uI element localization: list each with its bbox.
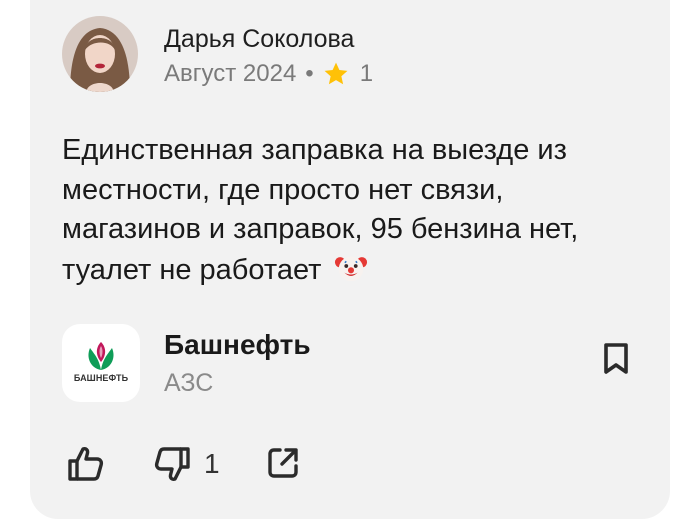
review-text-body: Единственная заправка на выезде из местн… bbox=[62, 134, 579, 286]
star-icon bbox=[324, 62, 348, 85]
bookmark-button[interactable] bbox=[596, 338, 636, 380]
organization-type: АЗС bbox=[164, 369, 214, 397]
logo-text: БАШНЕФТЬ bbox=[73, 373, 129, 383]
avatar-photo-icon bbox=[62, 16, 138, 92]
dislike-count: 1 bbox=[204, 448, 220, 479]
organization-logo[interactable]: БАШНЕФТЬ bbox=[62, 324, 140, 402]
bashneft-logo-icon bbox=[88, 342, 114, 370]
bookmark-icon bbox=[604, 343, 628, 374]
dislike-button[interactable]: 1 bbox=[152, 444, 220, 484]
clown-face-emoji-icon bbox=[334, 256, 367, 281]
organization-name[interactable]: Башнефть bbox=[164, 329, 311, 361]
author-avatar[interactable] bbox=[62, 16, 138, 92]
review-text: Единственная заправка на выезде из местн… bbox=[62, 131, 642, 290]
thumbs-down-icon bbox=[154, 447, 190, 481]
meta-separator: • bbox=[305, 60, 314, 87]
like-button[interactable] bbox=[66, 444, 106, 484]
review-rating: 1 bbox=[359, 60, 374, 87]
share-button[interactable] bbox=[264, 444, 302, 482]
review-meta: Август 2024 • 1 bbox=[164, 60, 373, 88]
thumbs-up-icon bbox=[68, 447, 104, 481]
author-name[interactable]: Дарья Соколова bbox=[164, 25, 354, 54]
review-date: Август 2024 bbox=[164, 60, 297, 87]
share-icon bbox=[268, 448, 298, 478]
